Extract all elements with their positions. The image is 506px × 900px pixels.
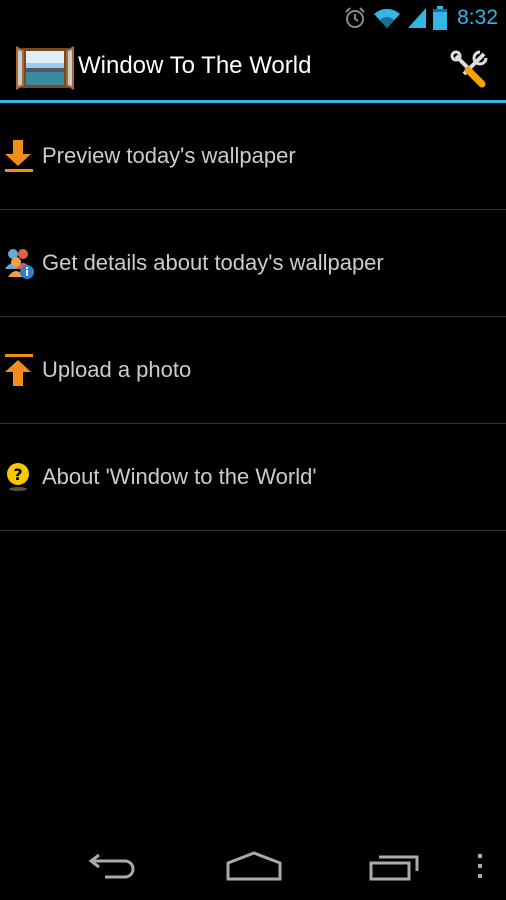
tools-icon	[450, 50, 488, 88]
people-info-icon	[5, 249, 34, 279]
menu-item-details[interactable]: Get details about today's wallpaper	[0, 210, 506, 317]
navigation-bar	[0, 830, 506, 900]
settings-button[interactable]	[450, 48, 490, 88]
svg-text:?: ?	[13, 465, 22, 484]
upload-arrow-icon	[5, 354, 33, 386]
back-icon	[88, 853, 135, 879]
help-icon: ?	[7, 463, 29, 491]
status-bar: 8:32	[0, 0, 506, 36]
battery-icon	[433, 6, 448, 30]
home-button[interactable]	[224, 846, 284, 886]
signal-icon	[408, 8, 427, 28]
menu-item-label: About 'Window to the World'	[42, 464, 317, 489]
overflow-menu-button[interactable]	[470, 846, 490, 886]
recent-apps-icon	[369, 855, 419, 881]
menu-list: Preview today's wallpaper Get details ab…	[0, 103, 506, 531]
menu-item-label: Preview today's wallpaper	[42, 143, 296, 168]
action-bar: Window To The World	[0, 36, 506, 103]
menu-item-preview[interactable]: Preview today's wallpaper	[0, 103, 506, 210]
menu-item-label: Get details about today's wallpaper	[42, 250, 384, 275]
window-icon[interactable]	[16, 44, 74, 92]
overflow-menu-icon	[478, 854, 482, 878]
back-button[interactable]	[84, 846, 140, 886]
clock: 8:32	[457, 6, 498, 29]
wifi-icon	[374, 8, 401, 28]
menu-item-upload[interactable]: Upload a photo	[0, 317, 506, 424]
app-title: Window To The World	[78, 52, 312, 79]
download-arrow-icon	[5, 140, 33, 172]
alarm-icon	[345, 7, 365, 28]
home-icon	[226, 851, 282, 881]
menu-item-about[interactable]: ? About 'Window to the World'	[0, 424, 506, 531]
recent-apps-button[interactable]	[366, 846, 426, 886]
menu-item-label: Upload a photo	[42, 357, 192, 382]
